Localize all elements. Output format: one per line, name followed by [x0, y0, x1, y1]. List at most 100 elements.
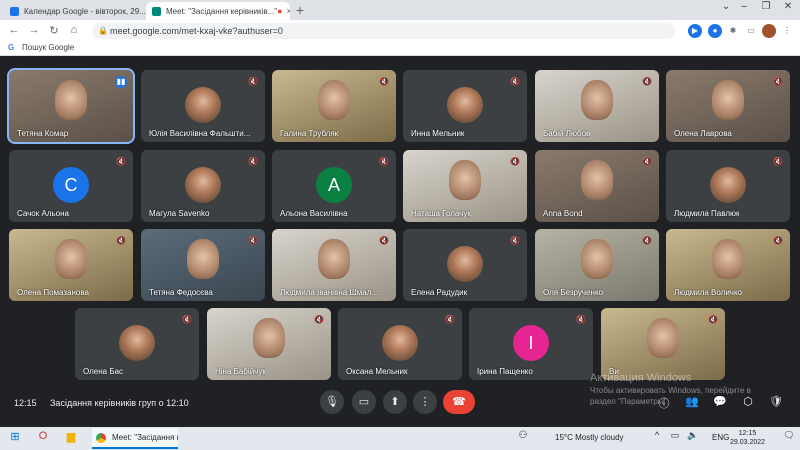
participant-tile[interactable]: ▮▮ Тетяна Комар [7, 68, 135, 144]
menu-icon[interactable]: ⋮ [780, 24, 794, 38]
muted-mic-icon: 🔇 [510, 236, 520, 245]
participant-tile[interactable]: 🔇 Бабій Любов [535, 70, 659, 142]
participant-tile[interactable]: 🔇 Олена Лаврова [666, 70, 790, 142]
notifications-icon[interactable]: 🗨 [780, 430, 798, 441]
people-icon[interactable]: 👥 [684, 395, 700, 408]
muted-mic-icon: 🔇 [576, 315, 586, 324]
meet-extension-icon[interactable]: ▶ [688, 24, 702, 38]
participant-tile[interactable]: 🔇 Оля Безрученко [535, 229, 659, 301]
participant-video [318, 239, 350, 279]
participant-name: Оля Безрученко [543, 288, 603, 297]
weather-widget[interactable]: 15°C Mostly cloudy [555, 433, 624, 442]
taskbar-chrome-app[interactable]: Meet: "Засідання к... [92, 428, 178, 449]
extension-icon[interactable]: ● [708, 24, 722, 38]
participant-video [55, 239, 87, 279]
reading-list-icon[interactable]: ▭ [744, 24, 758, 38]
participant-name: Тетяна Комар [17, 129, 69, 138]
participant-name: Людмила Воличко [674, 288, 743, 297]
participant-tile[interactable]: 🔇 Галина Трубляк [272, 70, 396, 142]
tab-title: Календар Google - вівторок, 29... [24, 6, 146, 16]
more-options-button[interactable]: ⋮ [413, 390, 437, 414]
muted-mic-icon: 🔇 [708, 315, 718, 324]
tab-meet[interactable]: Meet: "Засідання керівників..." ● × [146, 2, 290, 20]
home-button[interactable]: ⌂ [66, 24, 82, 36]
participant-tile[interactable]: 🔇 Магула Savenko [141, 150, 265, 222]
muted-mic-icon: 🔇 [773, 236, 783, 245]
muted-mic-icon: 🔇 [314, 315, 324, 324]
participant-tile[interactable]: 🔇 Ви [601, 308, 725, 380]
participant-name: Альона Василівна [280, 209, 348, 218]
muted-mic-icon: 🔇 [248, 77, 258, 86]
calendar-favicon-icon [10, 6, 19, 16]
participant-tile[interactable]: C 🔇 Сачок Альона [9, 150, 133, 222]
participant-name: Наташа Голачук [411, 209, 471, 218]
system-tray-chevron-icon[interactable]: ^ [648, 430, 666, 440]
close-icon[interactable]: × [287, 6, 290, 16]
participant-name: Тетяна Федосєва [149, 288, 213, 297]
chat-icon[interactable]: 💬 [712, 395, 728, 408]
windows-start-icon[interactable]: ⊞ [6, 430, 24, 443]
file-explorer-icon[interactable]: ▆ [62, 430, 80, 443]
participant-video [647, 318, 679, 358]
participant-tile[interactable]: 🔇 Олена Помазанова [9, 229, 133, 301]
participant-tile[interactable]: 🔇 Людмила Воличко [666, 229, 790, 301]
bookmark-google-search[interactable]: Пошук Google [22, 43, 74, 52]
muted-mic-icon: 🔇 [642, 236, 652, 245]
language-indicator[interactable]: ENG [712, 433, 729, 442]
reload-button[interactable]: ↻ [46, 24, 62, 37]
people-taskbar-icon[interactable]: ⚇ [514, 430, 532, 441]
participant-tile[interactable]: 🔇 Олена Бас [75, 308, 199, 380]
participant-tile[interactable]: 🔇 Ніна Бабійчук [207, 308, 331, 380]
tab-title: Meet: "Засідання керівників..." [166, 6, 278, 16]
participant-tile[interactable]: 🔇 Елена Радудик [403, 229, 527, 301]
opera-icon[interactable]: O [34, 430, 52, 442]
extensions-icon[interactable]: ✱ [726, 24, 740, 38]
participant-avatar [119, 325, 155, 361]
back-button[interactable]: ← [6, 24, 22, 36]
participant-name: Людмила Павлюк [674, 209, 740, 218]
participant-video [318, 80, 350, 120]
muted-mic-icon: 🔇 [773, 77, 783, 86]
participant-tile[interactable]: A 🔇 Альона Василівна [272, 150, 396, 222]
close-window-button[interactable]: ✕ [774, 1, 800, 12]
participant-avatar [382, 325, 418, 361]
participant-avatar [185, 87, 221, 123]
camera-button[interactable]: ▭ [352, 390, 376, 414]
participant-video [253, 318, 285, 358]
muted-mic-icon: 🔇 [379, 157, 389, 166]
activities-icon[interactable]: ⬡ [740, 395, 756, 408]
info-icon[interactable]: ⓘ [656, 395, 672, 411]
participant-tile[interactable]: 🔇 Людмила Павлюк [666, 150, 790, 222]
forward-button[interactable]: → [26, 24, 42, 36]
present-button[interactable]: ⬆ [383, 390, 407, 414]
google-icon: G [8, 43, 15, 52]
taskbar-clock[interactable]: 12:15 29.03.2022 [730, 429, 765, 447]
participant-tile[interactable]: 🔇 Оксана Мельник [338, 308, 462, 380]
leave-call-button[interactable]: ☎ [443, 390, 475, 414]
participant-tile[interactable]: 🔇 Тетяна Федосєва [141, 229, 265, 301]
new-tab-button[interactable]: + [292, 2, 308, 18]
muted-mic-icon: 🔇 [642, 77, 652, 86]
participant-tile[interactable]: І 🔇 Ірина Пащенко [469, 308, 593, 380]
participant-video [187, 239, 219, 279]
host-controls-icon[interactable]: 🛡 [768, 395, 784, 408]
participant-tile[interactable]: 🔇 Людмила Іванівна Шмал... [272, 229, 396, 301]
avatar[interactable] [762, 24, 776, 38]
muted-mic-icon: 🔇 [773, 157, 783, 166]
participant-name: Ніна Бабійчук [215, 367, 266, 376]
participant-tile[interactable]: 🔇 Наташа Голачук [403, 150, 527, 222]
volume-icon[interactable]: 🔈 [684, 430, 702, 441]
participant-video [581, 80, 613, 120]
microphone-button[interactable]: 🎙 [320, 390, 344, 414]
participant-name: Галина Трубляк [280, 129, 339, 138]
participant-tile[interactable]: 🔇 Инна Мельник [403, 70, 527, 142]
network-icon[interactable]: ▭ [666, 430, 684, 441]
participant-video [581, 160, 613, 200]
participant-tile[interactable]: 🔇 Юлія Василівна Фальшти... [141, 70, 265, 142]
participant-name: Олена Лаврова [674, 129, 732, 138]
url-field[interactable]: 🔒 meet.google.com/met-kxaj-vke?authuser=… [92, 23, 675, 39]
tab-calendar[interactable]: Календар Google - вівторок, 29... × [4, 2, 146, 20]
chrome-icon [96, 433, 106, 443]
participant-tile[interactable]: 🔇 Anna Bond [535, 150, 659, 222]
participant-name: Елена Радудик [411, 288, 468, 297]
